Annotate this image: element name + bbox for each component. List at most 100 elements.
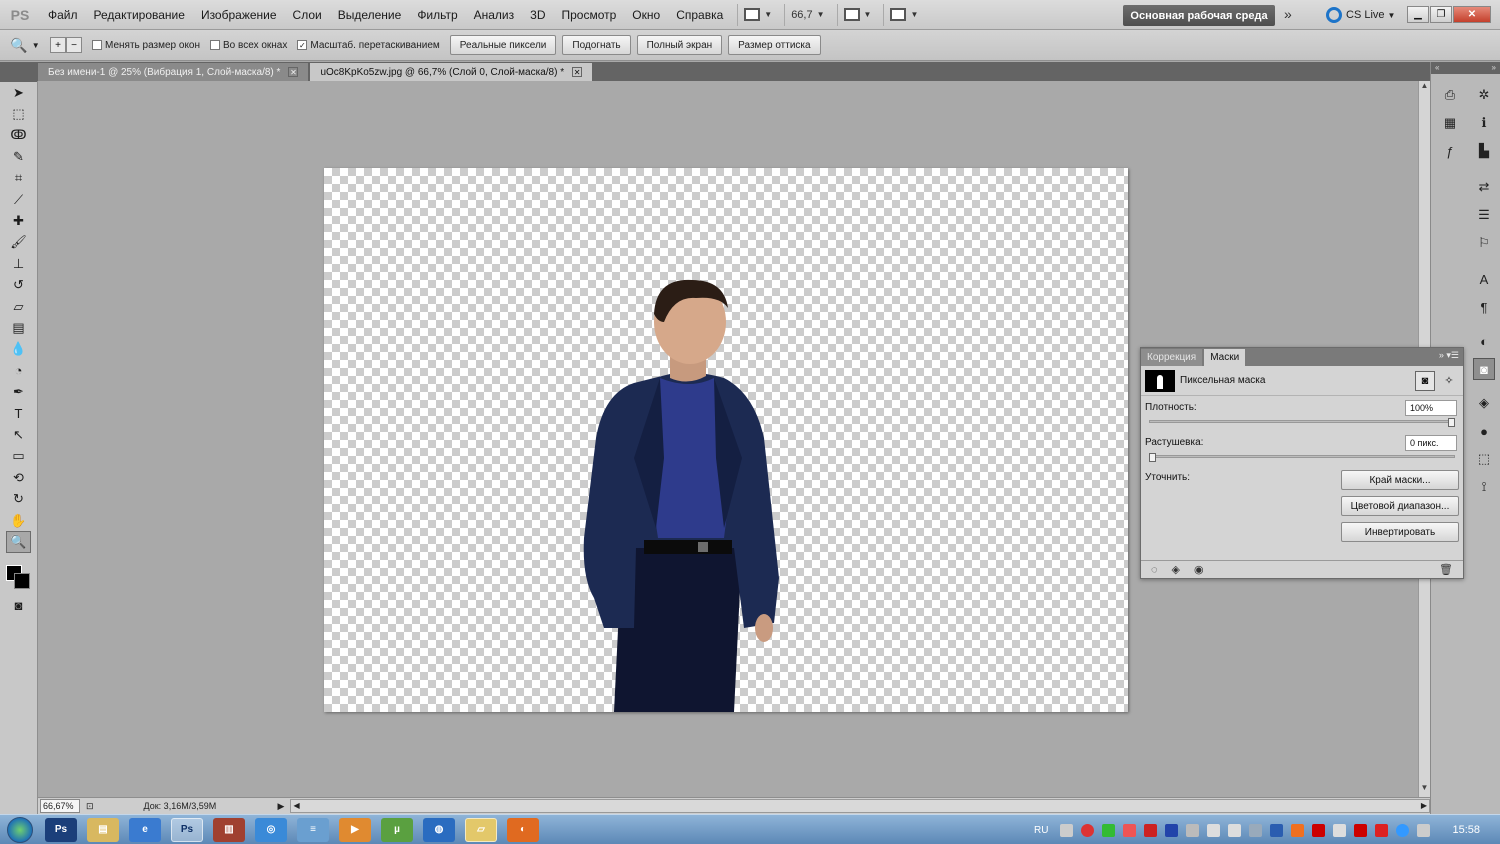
layers-icon[interactable]: ◈ xyxy=(1473,392,1495,414)
quick-mask-icon[interactable]: ◙ xyxy=(0,595,37,616)
close-icon[interactable]: ✕ xyxy=(572,67,583,77)
info-icon[interactable]: ℹ xyxy=(1473,112,1495,134)
character-icon[interactable]: A xyxy=(1473,268,1495,290)
record-icon[interactable] xyxy=(1081,823,1095,837)
mini-bridge-icon[interactable]: ⎙ xyxy=(1439,84,1461,106)
eyedropper-tool-icon[interactable]: ⟋ xyxy=(0,189,37,210)
menu-filter[interactable]: Фильтр xyxy=(409,0,465,30)
menu-window[interactable]: Окно xyxy=(624,0,668,30)
network-icon[interactable] xyxy=(1186,823,1200,837)
minimize-button[interactable]: ▁ xyxy=(1407,6,1429,23)
swatches-icon[interactable]: ▦ xyxy=(1439,112,1461,134)
bluetooth-icon[interactable] xyxy=(1270,823,1284,837)
menu-file[interactable]: Файл xyxy=(40,0,86,30)
antivirus-icon[interactable] xyxy=(1123,823,1137,837)
type-tool-icon[interactable]: T xyxy=(0,403,37,424)
menu-analysis[interactable]: Анализ xyxy=(466,0,523,30)
quick-selection-tool-icon[interactable]: ✎ xyxy=(0,146,37,167)
color-range-button[interactable]: Цветовой диапазон... xyxy=(1341,496,1459,516)
dodge-tool-icon[interactable]: ◔ xyxy=(0,360,37,381)
tray-app-icon[interactable] xyxy=(1291,823,1305,837)
tab-masks[interactable]: Маски xyxy=(1204,349,1246,366)
document-canvas[interactable] xyxy=(324,168,1128,712)
horizontal-scrollbar[interactable]: ◀ ▶ xyxy=(290,799,1430,813)
torrent-icon[interactable]: µ xyxy=(381,817,413,842)
acrobat-icon[interactable] xyxy=(1312,823,1326,837)
folder-icon[interactable]: ▱ xyxy=(465,817,497,842)
brush-tool-icon[interactable]: 🖌 xyxy=(0,232,37,253)
photoshop-icon[interactable]: Ps xyxy=(171,817,203,842)
arrange-documents-button[interactable]: ▼ xyxy=(836,3,878,26)
menu-view[interactable]: Просмотр xyxy=(553,0,624,30)
path-selection-tool-icon[interactable]: ↖ xyxy=(0,424,37,445)
ps-launcher-icon[interactable]: Ps xyxy=(45,817,77,842)
browser-icon[interactable]: ◍ xyxy=(423,817,455,842)
menu-3d[interactable]: 3D xyxy=(522,0,553,30)
mask-edge-button[interactable]: Край маски... xyxy=(1341,470,1459,490)
move-tool-icon[interactable]: ➤ xyxy=(0,82,37,103)
ru-tray-icon[interactable] xyxy=(1165,823,1179,837)
status-menu-icon[interactable]: ▶ xyxy=(278,801,285,812)
more-workspaces-icon[interactable]: » xyxy=(1284,6,1292,22)
tray-app-icon[interactable] xyxy=(1144,823,1158,837)
zoom-in-icon[interactable]: + xyxy=(50,37,66,53)
zoom-tool-icon[interactable]: 🔍 xyxy=(6,531,31,553)
zoom-field[interactable]: 66,67% xyxy=(40,799,80,813)
close-button[interactable]: ✕ xyxy=(1453,6,1491,23)
panel-menu-icon[interactable]: » ▾☰ xyxy=(1439,350,1459,361)
history-brush-tool-icon[interactable]: ↺ xyxy=(0,275,37,296)
history-icon[interactable]: ☰ xyxy=(1473,204,1495,226)
speaker-icon[interactable] xyxy=(1228,823,1242,837)
cs-live-button[interactable]: CS Live ▼ xyxy=(1326,7,1395,23)
healing-brush-tool-icon[interactable]: ✚ xyxy=(0,210,37,231)
eraser-tool-icon[interactable]: ▱ xyxy=(0,296,37,317)
archive-icon[interactable]: ▥ xyxy=(213,817,245,842)
menu-select[interactable]: Выделение xyxy=(330,0,410,30)
rectangle-tool-icon[interactable]: ▭ xyxy=(0,446,37,467)
feather-slider-handle[interactable] xyxy=(1149,453,1156,462)
screen-mode-button[interactable]: ▼ xyxy=(883,3,924,26)
scroll-right-icon[interactable]: ▶ xyxy=(1421,801,1427,810)
scroll-left-icon[interactable]: ◀ xyxy=(293,801,299,810)
workspace-switcher[interactable]: Основная рабочая среда xyxy=(1123,5,1275,26)
clone-source-icon[interactable]: ⟟ xyxy=(1473,476,1495,498)
clone-stamp-tool-icon[interactable]: ⊥ xyxy=(0,253,37,274)
marquee-tool-icon[interactable]: ⬚ xyxy=(0,103,37,124)
actual-pixels-button[interactable]: Реальные пиксели xyxy=(449,35,557,55)
collapse-icon[interactable]: « xyxy=(1435,63,1439,73)
menu-layers[interactable]: Слои xyxy=(285,0,330,30)
density-input[interactable]: 100% xyxy=(1405,400,1457,416)
gradient-tool-icon[interactable]: ▤ xyxy=(0,317,37,338)
collapse-icon[interactable] xyxy=(0,62,38,81)
scroll-up-icon[interactable]: ▲ xyxy=(1419,81,1430,95)
collapse-icon[interactable]: » xyxy=(1492,63,1496,73)
scrubby-zoom-checkbox[interactable]: ✓ Масштаб. перетаскиванием xyxy=(297,40,440,51)
fill-screen-button[interactable]: Полный экран xyxy=(636,35,723,55)
tab-correction[interactable]: Коррекция xyxy=(1141,349,1203,366)
tool-preset-picker[interactable]: 🔍 ▼ xyxy=(0,37,50,54)
channels-icon[interactable]: ● xyxy=(1473,420,1495,442)
adjustments-icon[interactable]: ⇄ xyxy=(1473,176,1495,198)
clock[interactable]: 15:58 xyxy=(1452,824,1480,836)
volume-icon[interactable] xyxy=(1207,823,1221,837)
tab-document-1[interactable]: Без имени-1 @ 25% (Вибрация 1, Слой-маск… xyxy=(38,63,309,81)
tray-app-icon[interactable] xyxy=(1375,823,1389,837)
firefox-icon[interactable]: ◐ xyxy=(507,817,539,842)
brush-presets-icon[interactable]: ◐ xyxy=(1473,330,1495,352)
hand-tool-icon[interactable]: ✋ xyxy=(0,510,37,531)
disable-mask-icon[interactable]: ◉ xyxy=(1194,563,1204,576)
scroll-down-icon[interactable]: ▼ xyxy=(1419,783,1430,797)
3d-rotate-tool-icon[interactable]: ⟲ xyxy=(0,467,37,488)
tray-app-icon[interactable] xyxy=(1396,823,1410,837)
menu-image[interactable]: Изображение xyxy=(193,0,285,30)
apply-mask-icon[interactable]: ◈ xyxy=(1172,563,1180,576)
menu-edit[interactable]: Редактирование xyxy=(86,0,193,30)
blur-tool-icon[interactable]: 💧 xyxy=(0,339,37,360)
notepad-icon[interactable]: ≡ xyxy=(297,817,329,842)
color-swatches[interactable] xyxy=(0,557,37,595)
restore-button[interactable]: ❐ xyxy=(1430,6,1452,23)
media-player-icon[interactable]: ▶ xyxy=(339,817,371,842)
tray-app-icon[interactable] xyxy=(1333,823,1347,837)
adobe-icon[interactable] xyxy=(1354,823,1368,837)
histogram-icon[interactable]: ▙ xyxy=(1473,140,1495,162)
